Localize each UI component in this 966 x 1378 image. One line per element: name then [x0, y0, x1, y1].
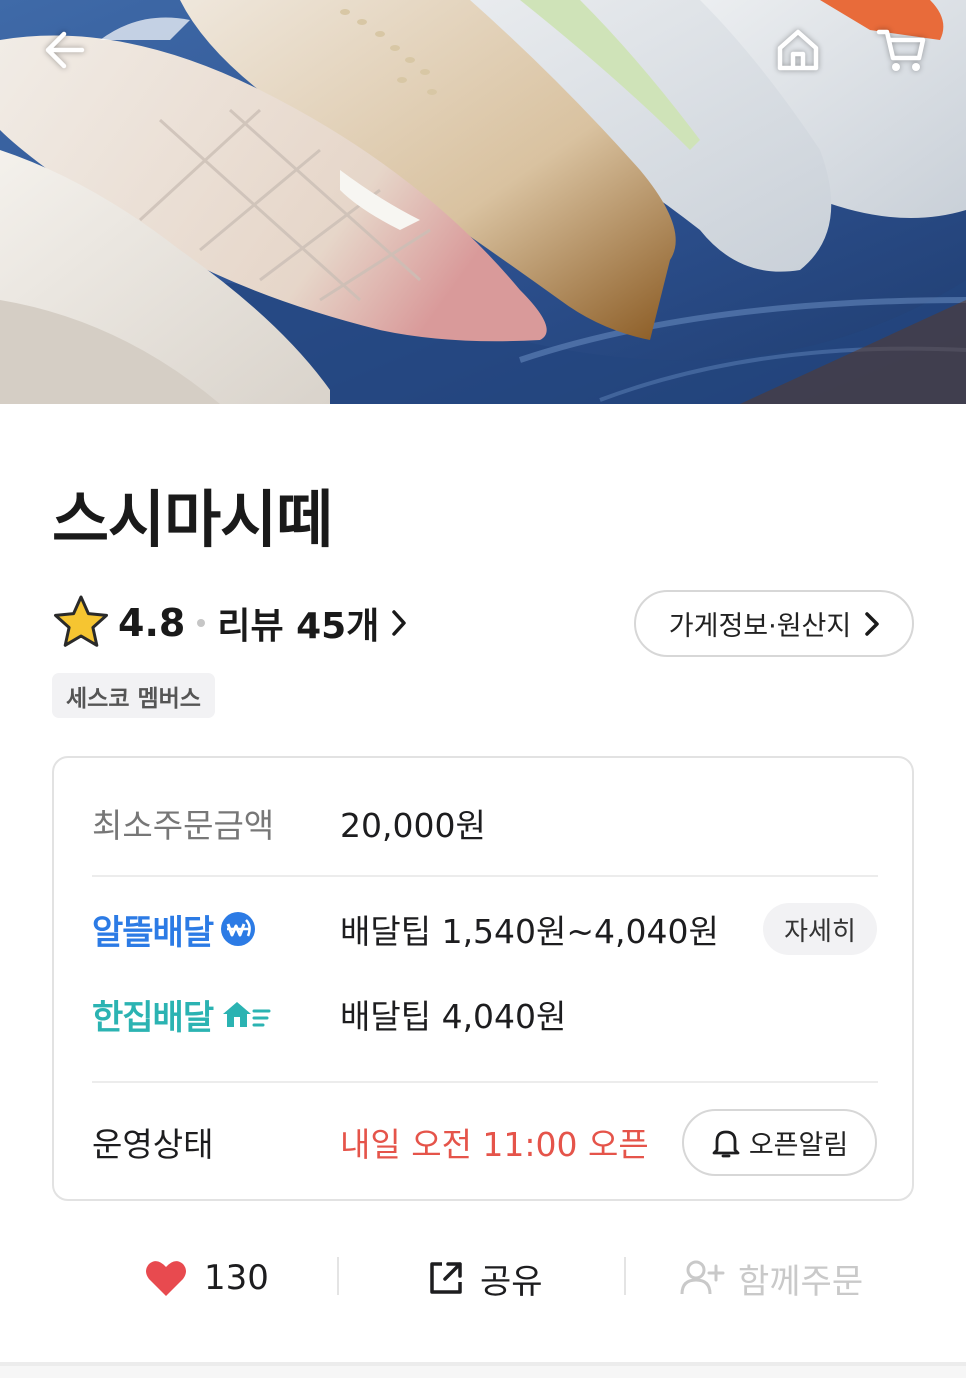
like-button[interactable]: 130	[144, 1246, 269, 1310]
group-order-label: 함께주문	[738, 1261, 864, 1302]
star-icon	[54, 595, 108, 647]
card-divider	[92, 1081, 878, 1083]
like-count: 130	[204, 1258, 269, 1298]
single-delivery-fee: 배달팁 4,040원	[340, 997, 567, 1036]
operation-status-value: 내일 오전 11:00 오픈	[340, 1125, 649, 1164]
back-button[interactable]	[32, 18, 96, 82]
home-button[interactable]	[766, 18, 830, 82]
operation-status-label: 운영상태	[92, 1125, 214, 1164]
delivery-detail-button[interactable]: 자세히	[763, 903, 877, 955]
review-link[interactable]: 리뷰 45개	[217, 597, 407, 649]
back-arrow-icon	[45, 31, 85, 69]
review-link-label: 리뷰 45개	[217, 606, 380, 647]
group-order-button[interactable]: 함께주문	[680, 1246, 863, 1310]
economy-delivery-row: 알뜰배달 배달팁 1,540원~4,040원	[92, 904, 878, 954]
store-hero-image	[0, 0, 966, 404]
single-delivery-row: 한집배달 배달팁 4,040원	[92, 989, 878, 1039]
heart-icon	[146, 1261, 186, 1296]
house-speed-icon	[223, 1002, 271, 1027]
economy-delivery-brand: 알뜰배달	[92, 905, 257, 954]
chevron-right-icon	[865, 611, 879, 636]
store-name: 스시마시떼	[52, 483, 333, 556]
cart-button[interactable]	[869, 18, 933, 82]
single-delivery-brand: 한집배달	[92, 990, 271, 1039]
action-separator	[624, 1257, 626, 1295]
store-info-origin-label: 가게정보·원산지	[668, 611, 852, 642]
economy-delivery-brand-label: 알뜰배달	[92, 912, 214, 953]
min-order-label: 최소주문금액	[92, 806, 275, 845]
economy-delivery-coin-icon	[221, 912, 256, 946]
add-person-icon	[680, 1260, 725, 1295]
chevron-right-icon	[392, 610, 407, 636]
open-alert-label: 오픈알림	[748, 1130, 849, 1161]
share-button[interactable]: 공유	[428, 1246, 543, 1310]
open-alert-button[interactable]: 오픈알림	[682, 1109, 877, 1176]
share-label: 공유	[480, 1261, 543, 1302]
section-gap	[0, 1366, 966, 1378]
action-separator	[337, 1257, 339, 1295]
share-icon	[430, 1262, 462, 1294]
rating-separator-dot	[197, 619, 206, 627]
rating-row: 4.8 리뷰 45개	[52, 590, 407, 656]
bell-icon	[712, 1130, 740, 1157]
min-order-row: 최소주문금액 20,000원	[92, 798, 878, 848]
min-order-value: 20,000원	[340, 806, 486, 845]
cart-icon	[876, 29, 926, 71]
store-info-card: 최소주문금액 20,000원 알뜰배달 배달팁 1,540원~4,040원 자세…	[52, 756, 914, 1201]
card-divider	[92, 875, 878, 877]
rating-value: 4.8	[118, 601, 186, 645]
cesco-members-badge: 세스코 멤버스	[52, 673, 215, 718]
single-delivery-brand-label: 한집배달	[92, 997, 214, 1038]
economy-delivery-fee: 배달팁 1,540원~4,040원	[340, 912, 719, 951]
store-info-origin-button[interactable]: 가게정보·원산지	[634, 590, 914, 657]
home-icon	[777, 29, 819, 71]
